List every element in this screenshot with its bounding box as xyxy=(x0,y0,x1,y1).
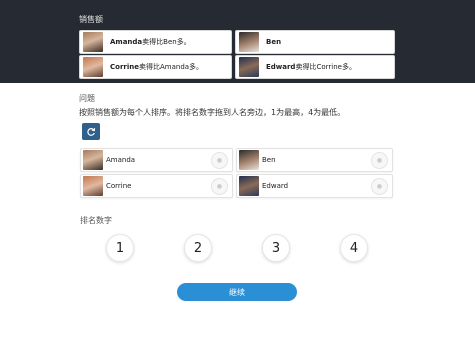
avatar-corrine xyxy=(83,176,103,196)
clue-card-amanda: Amanda卖得比Ben多。 xyxy=(79,30,232,54)
rank-name-ben: Ben xyxy=(262,156,276,164)
avatar-edward xyxy=(239,57,259,77)
clue-name-ben: Ben xyxy=(266,38,282,46)
rank-card-edward: Edward ● xyxy=(236,174,393,198)
clue-text-edward: 卖得比Corrine多。 xyxy=(295,63,356,71)
rank-name-corrine: Corrine xyxy=(106,182,132,190)
rank-chip-4[interactable]: 4 xyxy=(340,234,368,262)
shuffle-button[interactable] xyxy=(82,123,100,140)
avatar-corrine xyxy=(83,57,103,77)
rank-name-amanda: Amanda xyxy=(106,156,136,164)
avatar-ben xyxy=(239,32,259,52)
clue-card-ben: Ben xyxy=(235,30,395,54)
question-label: 问题 xyxy=(79,94,95,103)
continue-button[interactable]: 继续 xyxy=(177,283,297,301)
clues-title: 销售额 xyxy=(79,15,103,24)
rank-chip-1[interactable]: 1 xyxy=(106,234,134,262)
rank-card-amanda: Amanda ● xyxy=(80,148,233,172)
rank-name-edward: Edward xyxy=(262,182,289,190)
clues-panel: 销售额 Amanda卖得比Ben多。 Ben Corrine卖得比Amanda多… xyxy=(0,0,475,83)
rank-card-ben: Ben ● xyxy=(236,148,393,172)
rank-chip-3[interactable]: 3 xyxy=(262,234,290,262)
refresh-icon xyxy=(87,127,96,136)
rank-numbers-label: 排名数字 xyxy=(80,216,112,225)
avatar-amanda xyxy=(83,150,103,170)
avatar-amanda xyxy=(83,32,103,52)
clue-name-amanda: Amanda xyxy=(110,38,143,46)
rank-drop-slot-amanda[interactable]: ● xyxy=(211,151,228,169)
clue-name-corrine: Corrine xyxy=(110,63,139,71)
clue-name-edward: Edward xyxy=(266,63,296,71)
clue-text-amanda: 卖得比Ben多。 xyxy=(142,38,191,46)
rank-card-corrine: Corrine ● xyxy=(80,174,233,198)
rank-chip-2[interactable]: 2 xyxy=(184,234,212,262)
rank-drop-slot-corrine[interactable]: ● xyxy=(211,177,228,195)
avatar-ben xyxy=(239,150,259,170)
rank-drop-slot-edward[interactable]: ● xyxy=(371,177,388,195)
question-text: 按照销售额为每个人排序。将排名数字拖到人名旁边，1为最高，4为最低。 xyxy=(79,108,346,117)
clue-text-corrine: 卖得比Amanda多。 xyxy=(138,63,204,71)
clue-card-corrine: Corrine卖得比Amanda多。 xyxy=(79,55,232,79)
rank-drop-slot-ben[interactable]: ● xyxy=(371,151,388,169)
avatar-edward xyxy=(239,176,259,196)
clue-card-edward: Edward卖得比Corrine多。 xyxy=(235,55,395,79)
